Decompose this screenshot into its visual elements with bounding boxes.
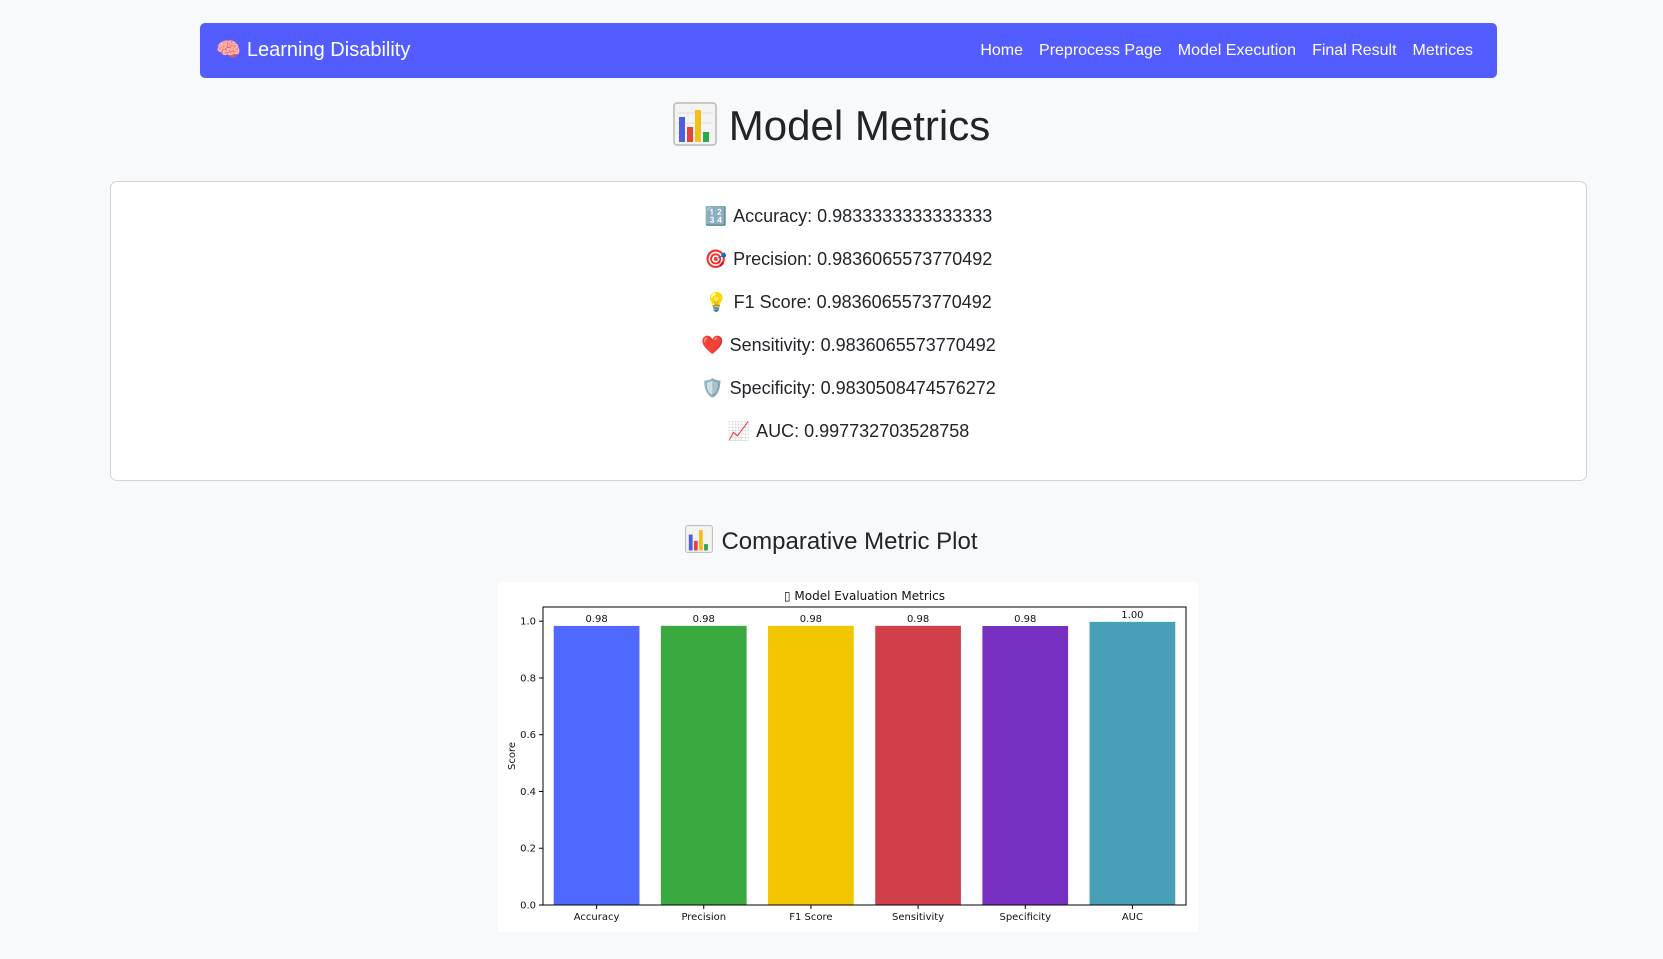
page-title: Model Metrics — [0, 96, 1663, 156]
y-tick-label: 0.4 — [520, 787, 536, 798]
bar-value-label: 0.98 — [693, 614, 715, 625]
nav-link-home[interactable]: Home — [980, 42, 1023, 60]
bar-chart-icon — [685, 525, 714, 553]
bar-accuracy — [553, 625, 640, 905]
bar-sensitivity — [875, 625, 961, 905]
page-title-text: Model Metrics — [728, 102, 991, 149]
metric-specificity: 🛡️ Specificity: 0.9830508474576272 — [111, 376, 1586, 400]
shield-icon: 🛡️ — [701, 378, 724, 398]
metric-specificity-text: Specificity: 0.9830508474576272 — [729, 378, 996, 398]
nav-link-preprocess[interactable]: Preprocess Page — [1039, 42, 1162, 60]
bar-auc — [1089, 621, 1176, 905]
x-tick-label: AUC — [1122, 912, 1143, 923]
brand-label: Learning Disability — [246, 39, 411, 61]
metric-precision-text: Precision: 0.9836065573770492 — [733, 249, 993, 269]
metric-sensitivity-text: Sensitivity: 0.9836065573770492 — [729, 335, 996, 355]
metric-sensitivity: ❤️ Sensitivity: 0.9836065573770492 — [111, 333, 1586, 357]
nav-link-model-execution[interactable]: Model Execution — [1178, 42, 1296, 60]
y-tick-label: 0.8 — [520, 673, 536, 684]
chart-title: ▯ Model Evaluation Metrics — [784, 589, 945, 603]
top-navbar: 🧠 Learning Disability Home Preprocess Pag… — [200, 23, 1497, 78]
y-axis-label: Score — [507, 742, 518, 770]
metric-plot-image: ▯ Model Evaluation Metrics 0.98 Accuracy 0.… — [498, 582, 1198, 932]
bar-precision — [660, 625, 747, 905]
bar-f1-score — [768, 625, 854, 905]
x-tick-label: Accuracy — [574, 912, 620, 923]
nav-links: Home Preprocess Page Model Execution Fin… — [964, 23, 1473, 78]
x-tick-label: Sensitivity — [892, 912, 944, 923]
x-tick-label: F1 Score — [789, 912, 832, 923]
bar-specificity — [982, 626, 1069, 905]
lightbulb-icon: 💡 — [705, 292, 728, 312]
plot-heading: Comparative Metric Plot — [0, 525, 1663, 559]
bar-value-label: 0.98 — [800, 614, 822, 625]
metric-accuracy: 🔢 Accuracy: 0.9833333333333333 — [111, 204, 1586, 228]
y-tick-label: 1.0 — [520, 617, 536, 628]
heart-icon: ❤️ — [701, 335, 724, 355]
x-tick-label: Specificity — [999, 912, 1051, 923]
target-icon: 🎯 — [704, 249, 728, 269]
numbers-icon: 🔢 — [704, 206, 728, 226]
y-tick-label: 0.6 — [520, 730, 536, 741]
plot-heading-text: Comparative Metric Plot — [721, 528, 978, 555]
bar-value-label: 0.98 — [907, 614, 929, 625]
metric-precision: 🎯 Precision: 0.9836065573770492 — [111, 247, 1586, 271]
bar-value-label: 0.98 — [585, 614, 607, 625]
bar-chart-icon — [673, 102, 717, 146]
metric-accuracy-text: Accuracy: 0.9833333333333333 — [733, 206, 993, 226]
brain-icon: 🧠 — [216, 39, 241, 61]
metric-auc-text: AUC: 0.997732703528758 — [756, 421, 970, 441]
y-tick-label: 0.0 — [520, 901, 536, 912]
metric-auc: 📈 AUC: 0.997732703528758 — [111, 419, 1586, 443]
chart-increasing-icon: 📈 — [727, 421, 751, 441]
bar-chart: ▯ Model Evaluation Metrics 0.98 Accuracy 0.… — [507, 589, 1187, 923]
metrics-card: 🔢 Accuracy: 0.9833333333333333 🎯 Precision… — [110, 181, 1587, 481]
brand-link[interactable]: 🧠 Learning Disability — [216, 23, 410, 78]
y-tick-label: 0.2 — [520, 844, 536, 855]
nav-link-final-result[interactable]: Final Result — [1312, 42, 1396, 60]
x-tick-label: Precision — [681, 912, 726, 923]
bar-value-label: 1.00 — [1121, 610, 1143, 621]
metric-f1-text: F1 Score: 0.9836065573770492 — [733, 292, 992, 312]
nav-link-metrices[interactable]: Metrices — [1413, 42, 1473, 60]
bar-value-label: 0.98 — [1014, 614, 1036, 625]
metric-f1-score: 💡 F1 Score: 0.9836065573770492 — [111, 290, 1586, 314]
